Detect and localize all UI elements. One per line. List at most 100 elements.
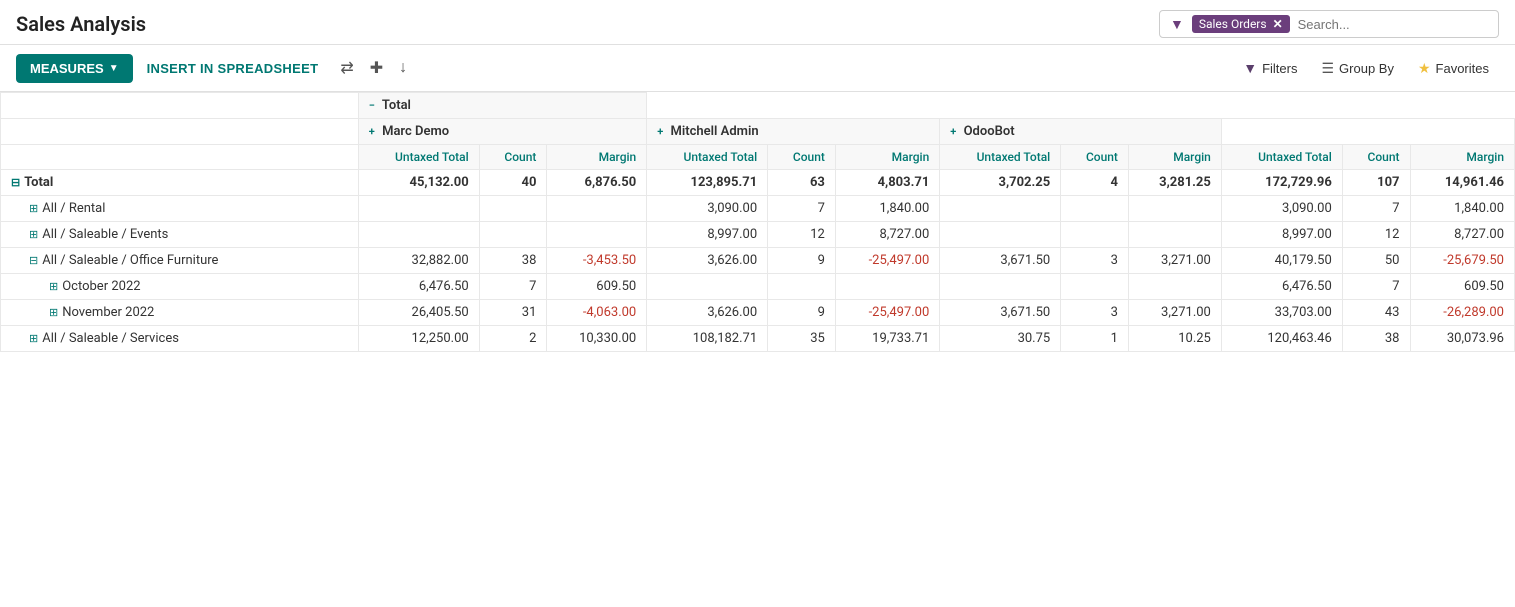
grand-total-header-empty xyxy=(1221,119,1514,145)
table-row: ⊞November 202226,405.5031-4,063.003,626.… xyxy=(1,300,1515,326)
data-cell: -25,497.00 xyxy=(835,300,939,326)
swap-icon-button[interactable]: ⇄ xyxy=(332,53,361,83)
total-collapse-icon[interactable]: − xyxy=(369,99,375,112)
table-row: ⊞All / Rental3,090.0071,840.003,090.0071… xyxy=(1,196,1515,222)
data-cell: 7 xyxy=(1342,274,1410,300)
filters-button[interactable]: ▼ Filters xyxy=(1233,55,1307,81)
data-cell xyxy=(1061,196,1129,222)
row-label-cell: ⊟All / Saleable / Office Furniture xyxy=(1,248,359,274)
expand-row-icon[interactable]: ⊞ xyxy=(29,202,38,215)
marc-expand-icon[interactable]: + xyxy=(369,125,375,138)
expand-icon-button[interactable]: ✚ xyxy=(362,53,391,83)
groupby-button[interactable]: ☰ Group By xyxy=(1311,55,1403,82)
download-icon-button[interactable]: ↓ xyxy=(391,54,415,82)
data-cell: 40,179.50 xyxy=(1221,248,1342,274)
table-row: ⊟Total45,132.00406,876.50123,895.71634,8… xyxy=(1,170,1515,196)
data-cell xyxy=(768,274,836,300)
row-label-cell: ⊟Total xyxy=(1,170,359,196)
expand-row-icon[interactable]: ⊞ xyxy=(29,228,38,241)
expand-row-icon[interactable]: ⊞ xyxy=(49,306,58,319)
data-cell: 8,727.00 xyxy=(1410,222,1515,248)
data-cell: 107 xyxy=(1342,170,1410,196)
mitchell-expand-icon[interactable]: + xyxy=(657,125,663,138)
toolbar-right: ▼ Filters ☰ Group By ★ Favorites xyxy=(1233,55,1499,82)
expand-row-icon[interactable]: ⊞ xyxy=(29,332,38,345)
insert-label: INSERT IN SPREADSHEET xyxy=(147,61,319,76)
odoobot-expand-icon[interactable]: + xyxy=(950,125,956,138)
data-cell xyxy=(940,196,1061,222)
data-cell: 8,727.00 xyxy=(835,222,939,248)
data-cell: 9 xyxy=(768,300,836,326)
data-cell: 609.50 xyxy=(547,274,647,300)
search-tag[interactable]: Sales Orders ✕ xyxy=(1192,15,1290,33)
data-cell: -4,063.00 xyxy=(547,300,647,326)
data-cell: 40 xyxy=(479,170,547,196)
data-cell xyxy=(1128,274,1221,300)
data-cell xyxy=(1128,222,1221,248)
data-cell: 45,132.00 xyxy=(358,170,479,196)
data-cell: 3 xyxy=(1061,248,1129,274)
measures-button[interactable]: MEASURES ▼ xyxy=(16,54,133,83)
data-cell: 3,671.50 xyxy=(940,248,1061,274)
search-input[interactable] xyxy=(1298,17,1488,32)
mitchell-count-col: Count xyxy=(768,145,836,170)
data-cell: 3,281.25 xyxy=(1128,170,1221,196)
data-cell: 1 xyxy=(1061,326,1129,352)
marc-margin-col: Margin xyxy=(547,145,647,170)
collapse-row-icon[interactable]: ⊟ xyxy=(29,254,38,267)
grand-untaxed-col: Untaxed Total xyxy=(1221,145,1342,170)
search-area: ▼ Sales Orders ✕ xyxy=(1159,10,1499,38)
data-cell xyxy=(940,274,1061,300)
data-cell: 8,997.00 xyxy=(647,222,768,248)
empty-corner2 xyxy=(1,119,359,145)
group-name-row: + Marc Demo + Mitchell Admin + OdooBot xyxy=(1,119,1515,145)
data-cell: 19,733.71 xyxy=(835,326,939,352)
collapse-row-icon[interactable]: ⊟ xyxy=(11,176,20,189)
data-cell: 4 xyxy=(1061,170,1129,196)
data-cell: 3,090.00 xyxy=(1221,196,1342,222)
data-cell: 123,895.71 xyxy=(647,170,768,196)
data-cell: 4,803.71 xyxy=(835,170,939,196)
data-cell: 3,702.25 xyxy=(940,170,1061,196)
data-cell xyxy=(358,222,479,248)
mitchell-untaxed-col: Untaxed Total xyxy=(647,145,768,170)
page-title: Sales Analysis xyxy=(16,12,146,36)
data-cell: 63 xyxy=(768,170,836,196)
data-cell: 26,405.50 xyxy=(358,300,479,326)
data-cell: 35 xyxy=(768,326,836,352)
marc-demo-header: + Marc Demo xyxy=(358,119,646,145)
row-label-cell: ⊞All / Saleable / Services xyxy=(1,326,359,352)
remove-tag-icon[interactable]: ✕ xyxy=(1273,17,1283,31)
row-label-text: All / Saleable / Events xyxy=(42,227,168,242)
data-cell: 7 xyxy=(479,274,547,300)
row-label-cell: ⊞ All / Saleable / Events xyxy=(1,222,359,248)
data-cell: 31 xyxy=(479,300,547,326)
groupby-icon: ☰ xyxy=(1321,60,1334,77)
insert-spreadsheet-button[interactable]: INSERT IN SPREADSHEET xyxy=(133,54,333,83)
favorites-button[interactable]: ★ Favorites xyxy=(1408,55,1499,82)
data-cell: 12 xyxy=(1342,222,1410,248)
expand-row-icon[interactable]: ⊞ xyxy=(49,280,58,293)
data-cell: 32,882.00 xyxy=(358,248,479,274)
table-row: ⊞All / Saleable / Events8,997.00128,727.… xyxy=(1,222,1515,248)
data-cell: 3 xyxy=(1061,300,1129,326)
search-tag-label: Sales Orders xyxy=(1199,17,1267,31)
odoobot-header: + OdooBot xyxy=(940,119,1222,145)
favorites-label: Favorites xyxy=(1436,61,1489,76)
data-cell: 30.75 xyxy=(940,326,1061,352)
data-cell xyxy=(479,196,547,222)
odoobot-untaxed-col: Untaxed Total xyxy=(940,145,1061,170)
row-label-text: October 2022 xyxy=(62,279,140,294)
data-cell: 10,330.00 xyxy=(547,326,647,352)
header-bar: Sales Analysis ▼ Sales Orders ✕ xyxy=(0,0,1515,45)
data-cell: -26,289.00 xyxy=(1410,300,1515,326)
data-cell: 108,182.71 xyxy=(647,326,768,352)
data-cell: 3,271.00 xyxy=(1128,300,1221,326)
data-cell: 3,271.00 xyxy=(1128,248,1221,274)
odoobot-margin-col: Margin xyxy=(1128,145,1221,170)
data-cell: 43 xyxy=(1342,300,1410,326)
data-cell: 14,961.46 xyxy=(1410,170,1515,196)
data-cell: 1,840.00 xyxy=(835,196,939,222)
data-cell xyxy=(1061,222,1129,248)
data-cell: 120,463.46 xyxy=(1221,326,1342,352)
